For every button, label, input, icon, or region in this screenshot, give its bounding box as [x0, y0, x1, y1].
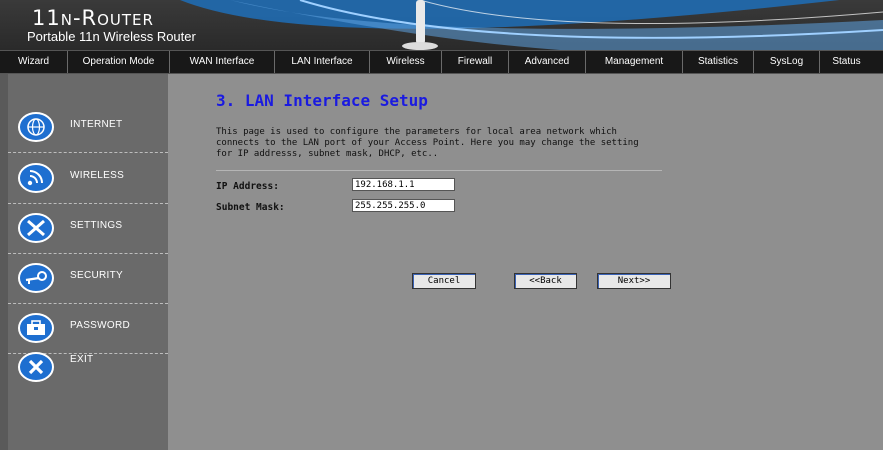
nav-firewall[interactable]: Firewall	[442, 51, 509, 73]
globe-icon	[18, 112, 54, 142]
main-content: 3. LAN Interface Setup This page is used…	[168, 74, 883, 450]
sidebar-item-label: PASSWORD	[70, 320, 130, 331]
sidebar-item-exit[interactable]: EXIT	[8, 342, 168, 392]
ip-address-input[interactable]	[352, 178, 455, 191]
nav-management[interactable]: Management	[586, 51, 683, 73]
nav-lan-interface[interactable]: LAN Interface	[275, 51, 370, 73]
nav-syslog[interactable]: SysLog	[754, 51, 820, 73]
nav-advanced[interactable]: Advanced	[509, 51, 586, 73]
back-button[interactable]: <<Back	[514, 273, 577, 289]
nav-operation-mode[interactable]: Operation Mode	[68, 51, 170, 73]
nav-wireless[interactable]: Wireless	[370, 51, 442, 73]
nav-wizard[interactable]: Wizard	[0, 51, 68, 73]
logo-title: 11n-Router	[32, 6, 154, 30]
sidebar-edge	[0, 74, 8, 450]
page-title: 3. LAN Interface Setup	[216, 91, 428, 110]
sidebar: INTERNET WIRELESS SETTINGS SECURITY PASS…	[8, 74, 168, 450]
logo-subtitle: Portable 11n Wireless Router	[27, 29, 196, 44]
header-banner: 11n-Router Portable 11n Wireless Router	[0, 0, 883, 50]
sidebar-item-label: EXIT	[70, 354, 94, 365]
wireless-icon	[18, 163, 54, 193]
close-icon	[18, 352, 54, 382]
page-description: This page is used to configure the param…	[216, 127, 639, 159]
divider	[216, 170, 662, 171]
top-nav: Wizard Operation Mode WAN Interface LAN …	[0, 50, 883, 74]
key-icon	[18, 263, 54, 293]
sidebar-item-label: WIRELESS	[70, 170, 125, 181]
nav-wan-interface[interactable]: WAN Interface	[170, 51, 275, 73]
cancel-button[interactable]: Cancel	[412, 273, 476, 289]
sidebar-item-settings[interactable]: SETTINGS	[8, 203, 168, 254]
sidebar-item-internet[interactable]: INTERNET	[8, 102, 168, 153]
sidebar-item-wireless[interactable]: WIRELESS	[8, 153, 168, 204]
sidebar-item-security[interactable]: SECURITY	[8, 253, 168, 304]
sidebar-item-label: SETTINGS	[70, 220, 123, 231]
sidebar-item-label: SECURITY	[70, 270, 123, 281]
subnet-mask-input[interactable]	[352, 199, 455, 212]
nav-status[interactable]: Status	[820, 51, 873, 73]
ip-address-label: IP Address:	[216, 181, 279, 192]
tools-icon	[18, 213, 54, 243]
next-button[interactable]: Next>>	[597, 273, 671, 289]
toolbox-icon	[18, 313, 54, 343]
sidebar-item-label: INTERNET	[70, 119, 123, 130]
subnet-mask-label: Subnet Mask:	[216, 202, 285, 213]
nav-statistics[interactable]: Statistics	[683, 51, 754, 73]
